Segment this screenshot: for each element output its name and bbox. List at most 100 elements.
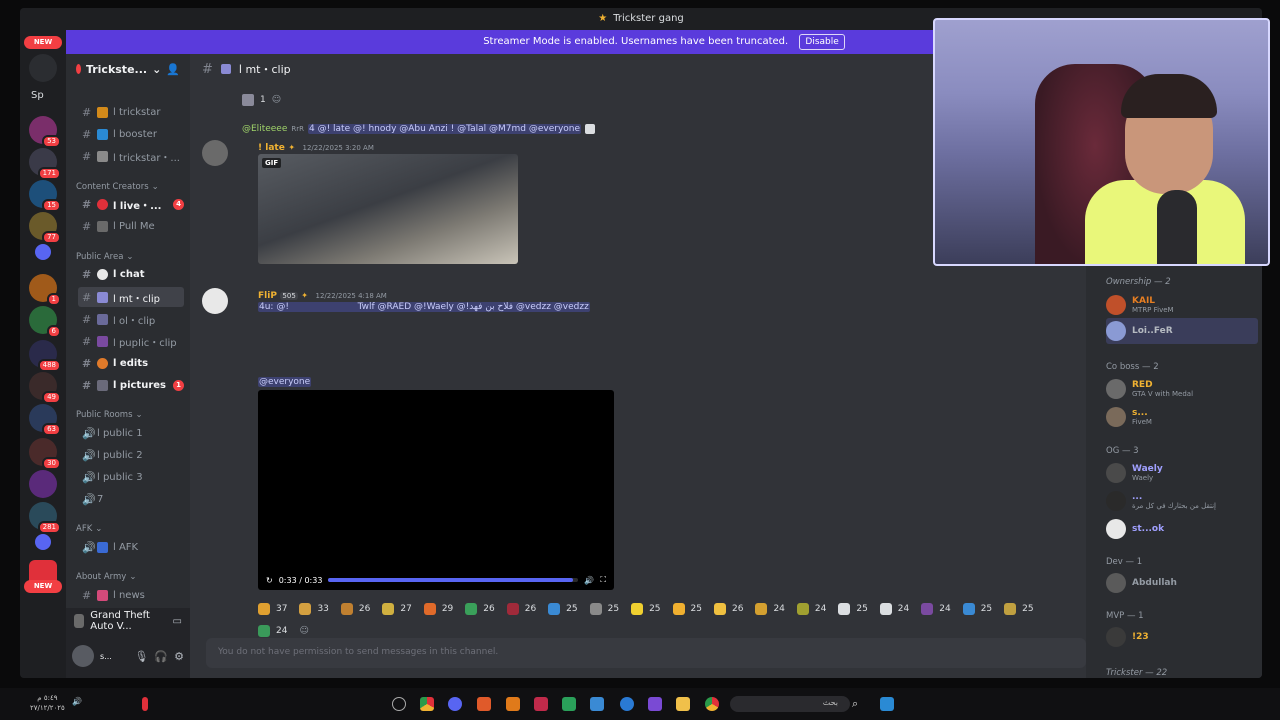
folder-icon[interactable] [676, 697, 690, 711]
category-about-army[interactable]: About Army ⌄ [76, 572, 136, 582]
discord-icon[interactable] [448, 697, 462, 711]
reaction-chip[interactable]: 24 [755, 598, 785, 620]
channel-item[interactable]: # ا edits [78, 353, 184, 373]
server-icon[interactable]: 171 [29, 148, 61, 180]
reaction-chip[interactable]: 26 [713, 598, 743, 620]
voice-channel-item[interactable]: 🔊 ا public 1 [78, 423, 184, 443]
taskbar-search[interactable]: بحث [730, 696, 850, 712]
category-public-rooms[interactable]: Public Rooms ⌄ [76, 410, 143, 420]
server-icon[interactable]: 63 [29, 404, 61, 436]
avatar[interactable] [202, 140, 228, 166]
reaction-chip[interactable]: 25 [548, 598, 578, 620]
reaction-chip[interactable]: 25 [1004, 598, 1034, 620]
channel-item[interactable]: # ا pictures 1 [78, 375, 184, 395]
member-item[interactable]: Abdullah [1106, 570, 1258, 596]
server-icon[interactable]: 6 [29, 306, 61, 338]
reaction-chip[interactable]: 25 [589, 598, 619, 620]
chrome-icon[interactable] [420, 697, 434, 711]
server-icon[interactable]: 30 [29, 438, 61, 470]
reaction-chip[interactable]: 29 [423, 598, 453, 620]
copilot-icon[interactable] [392, 697, 406, 711]
avatar[interactable] [72, 645, 94, 667]
category-public-area[interactable]: Public Area ⌄ [76, 252, 134, 262]
app-icon[interactable] [506, 697, 520, 711]
microphone-icon[interactable] [142, 697, 148, 711]
channel-item[interactable]: # ا news [78, 585, 184, 605]
message-author[interactable]: ! late [258, 143, 285, 153]
member-item[interactable]: !23 [1106, 624, 1258, 650]
fullscreen-icon[interactable]: ⛶ [600, 575, 606, 585]
server-icon[interactable]: 49 [29, 372, 61, 404]
reaction-chip[interactable]: 25 [962, 598, 992, 620]
server-icon[interactable]: 1 [29, 274, 61, 306]
server-icon[interactable]: 15 [29, 180, 61, 212]
gif-attachment[interactable]: GIF [258, 154, 518, 264]
message-author[interactable]: FliP [258, 291, 277, 301]
voice-channel-item[interactable]: 🔊 ا AFK [78, 537, 184, 557]
folder-icon[interactable] [35, 244, 51, 260]
server-icon[interactable]: 77 [29, 212, 61, 244]
reaction-chip[interactable]: 33 [299, 598, 329, 620]
voice-channel-item[interactable]: 🔊 7 [78, 489, 184, 509]
channel-item[interactable]: # ا pupIic・clip [78, 331, 184, 351]
reaction-chip[interactable]: 26 [465, 598, 495, 620]
gear-icon[interactable]: ⚙ [174, 650, 184, 663]
screen-icon[interactable]: ▭ [173, 616, 182, 627]
reaction-chip[interactable]: 26 [340, 598, 370, 620]
headphones-icon[interactable]: 🎧 [154, 650, 168, 663]
channel-item[interactable]: # ا live・... 4 [78, 194, 184, 214]
category-afk[interactable]: AFK ⌄ [76, 524, 102, 534]
video-progress[interactable] [328, 578, 579, 582]
top-reaction[interactable]: 1 ☺ [242, 94, 281, 106]
folder-icon[interactable] [35, 534, 51, 550]
store-icon[interactable] [590, 697, 604, 711]
member-item[interactable]: ... إنتقل من بحثارك في كل مرة [1106, 488, 1258, 514]
brave-icon[interactable] [477, 697, 491, 711]
avatar[interactable] [202, 288, 228, 314]
voice-channel-item[interactable]: 🔊 ا public 2 [78, 445, 184, 465]
member-item[interactable]: KAIL MTRP FiveM [1106, 292, 1258, 318]
replay-icon[interactable]: ↻ [266, 576, 273, 585]
member-item[interactable]: RED GTA V with Medal [1106, 376, 1258, 402]
member-item[interactable]: s... FiveM [1106, 404, 1258, 430]
reaction-chip[interactable]: 25 [838, 598, 868, 620]
channel-item[interactable]: # ا booster [78, 124, 184, 144]
member-item[interactable]: Loi..FeR [1106, 318, 1258, 344]
copilot-app-icon[interactable] [648, 697, 662, 711]
reaction-chip[interactable]: 24 [921, 598, 951, 620]
reply-preview[interactable]: @Eliteeee RrR 4 @! late @! hnody @Abu An… [242, 124, 596, 134]
server-icon[interactable]: 53 [29, 116, 61, 148]
video-attachment[interactable]: ↻ 0:33 / 0:33 🔊 ⛶ [258, 390, 614, 590]
server-header[interactable]: Trickste... ⌄ 👤 [66, 54, 190, 84]
reaction-chip[interactable]: 37 [258, 598, 287, 620]
add-reaction-icon[interactable]: ☺ [272, 95, 281, 105]
app-icon[interactable] [562, 697, 576, 711]
app-icon[interactable] [534, 697, 548, 711]
chrome-icon[interactable] [705, 697, 719, 711]
channel-item[interactable]: # ا trickstar [78, 102, 184, 122]
search-icon[interactable]: ⌕ [852, 697, 866, 711]
server-icon[interactable] [29, 470, 57, 498]
channel-item[interactable]: # ا Pull Me [78, 216, 184, 236]
channel-item[interactable]: # ا ol・clip [78, 309, 184, 329]
taskbar-clock[interactable]: ٥:٤٩ م ٢٧/١٢/٢٠٢٥ [30, 693, 65, 713]
volume-icon[interactable]: 🔊 [584, 576, 594, 585]
channel-item-active[interactable]: # ا mt・clip [78, 287, 184, 307]
channel-item[interactable]: # ا trickstar・... [78, 146, 184, 166]
server-sp-label[interactable]: Sp [31, 90, 44, 101]
reaction-chip[interactable]: 25 [631, 598, 661, 620]
channel-item[interactable]: # ا chat [78, 264, 184, 284]
microphone-icon[interactable]: 🎙 [134, 650, 148, 663]
reaction-chip[interactable]: 24 [879, 598, 909, 620]
voice-channel-item[interactable]: 🔊 ا public 3 [78, 467, 184, 487]
volume-icon[interactable]: 🔊 [72, 697, 86, 711]
activity-bar[interactable]: Grand Theft Auto V... ▭ [66, 608, 190, 634]
member-item[interactable]: Waely Waely [1106, 460, 1258, 486]
reaction-chip[interactable]: 24 [796, 598, 826, 620]
category-content-creators[interactable]: Content Creators ⌄ [76, 182, 159, 192]
server-icon[interactable]: 488 [29, 340, 61, 372]
add-user-icon[interactable]: 👤 [166, 63, 180, 76]
member-item[interactable]: st...ok [1106, 516, 1258, 542]
reaction-chip[interactable]: 25 [672, 598, 702, 620]
reaction-chip[interactable]: 27 [382, 598, 412, 620]
